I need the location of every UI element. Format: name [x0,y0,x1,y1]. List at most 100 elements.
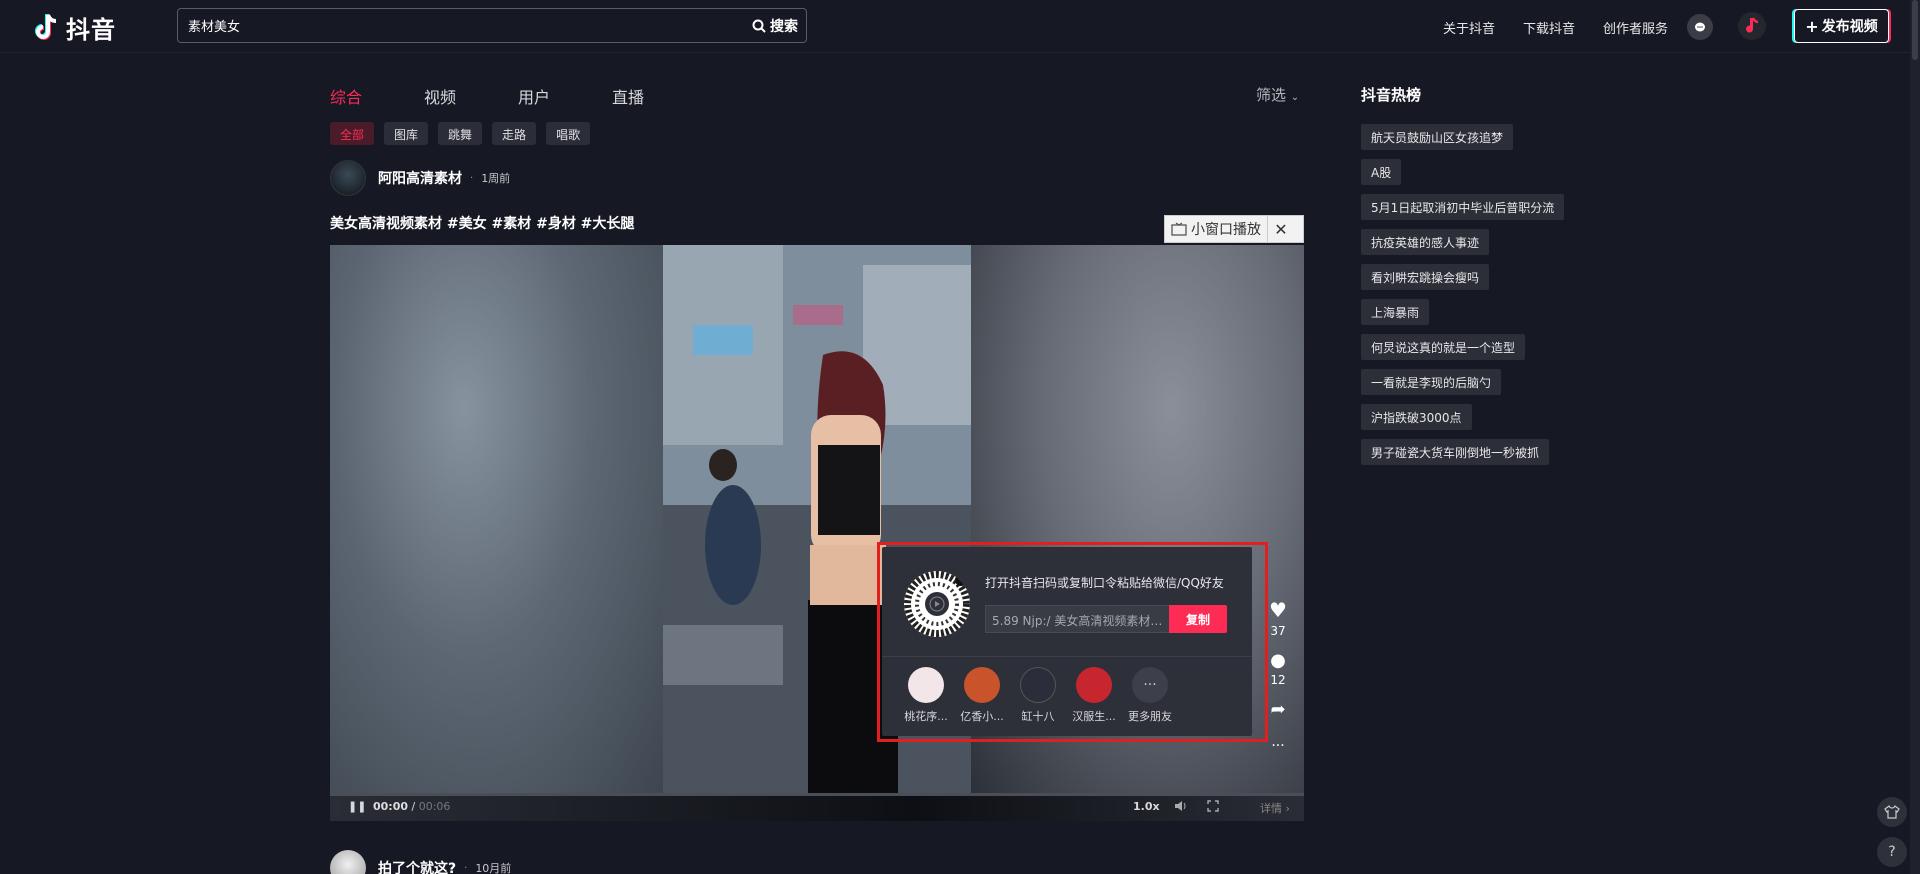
header-nav: 关于抖音 下载抖音 创作者服务 [1443,18,1668,37]
author-avatar[interactable] [330,850,366,874]
details-label: 详情 [1260,802,1282,815]
hot-item[interactable]: 航天员鼓励山区女孩追梦 [1361,124,1514,150]
separator-dot: · [464,862,468,874]
friend-item[interactable]: 汉服生... [1066,667,1122,724]
total-time: 00:06 [418,800,451,813]
hot-item[interactable]: 沪指跌破3000点 [1361,404,1472,430]
qr-code [904,571,970,637]
hot-item[interactable]: 一看就是李现的后脑勺 [1361,369,1502,395]
time-slash: / [411,800,419,813]
more-icon[interactable]: ··· [1264,738,1292,754]
fullscreen-icon[interactable] [1207,800,1219,815]
hot-item[interactable]: 何炅说这真的就是一个造型 [1361,334,1526,360]
hot-list: 航天员鼓励山区女孩追梦 A股 5月1日起取消初中毕业后普职分流 抗疫英雄的感人事… [1361,124,1565,465]
nav-creator[interactable]: 创作者服务 [1603,18,1668,37]
hot-item[interactable]: 5月1日起取消初中毕业后普职分流 [1361,194,1565,220]
search-input[interactable] [188,9,688,42]
author-name[interactable]: 阿阳高清素材 [378,168,462,188]
hot-item[interactable]: A股 [1361,159,1402,185]
page-scrollbar[interactable] [1910,0,1920,874]
next-post-author: 拍了个就这? · 10月前 [330,850,511,874]
author-avatar[interactable] [330,160,366,196]
current-time: 00:00 [373,800,409,813]
message-icon[interactable] [1687,14,1713,40]
share-popup: 打开抖音扫码或复制口令粘贴给微信/QQ好友 5.89 Njp:/ 美女高清视频素… [882,547,1252,736]
search-button-label: 搜索 [770,19,798,35]
progress-bar[interactable] [330,793,1304,796]
plus-icon: + [1805,16,1819,36]
share-title: 打开抖音扫码或复制口令粘贴给微信/QQ好友 [985,576,1224,590]
douyin-logo[interactable]: 抖音 [34,10,116,45]
tab-video[interactable]: 视频 [424,84,518,108]
friend-name: 亿香小... [960,710,1004,723]
comment-count: 12 [1270,673,1286,687]
chip-walk[interactable]: 走路 [492,122,537,145]
hot-item[interactable]: 男子碰瓷大货车刚倒地一秒被抓 [1361,439,1550,465]
time-display: 00:00 / 00:06 [373,800,450,813]
chevron-down-icon: ⌄ [1290,92,1300,103]
copy-button[interactable]: 复制 [1169,605,1227,633]
friend-name: 桃花序... [904,710,948,723]
friend-name: 汉服生... [1072,710,1116,723]
chip-sing[interactable]: 唱歌 [546,122,591,145]
shirt-icon[interactable] [1877,797,1907,827]
filter-button[interactable]: 筛选 ⌄ [1256,84,1299,105]
tv-icon [1171,222,1187,236]
share-link-field[interactable]: 5.89 Njp:/ 美女高清视频素材 #美女 #素材 [985,605,1170,633]
friend-list: 桃花序... 亿香小... 缸十八 汉服生... ··· 更多朋友 [882,667,1252,724]
hot-list-title: 抖音热榜 [1361,86,1422,104]
friend-avatar [964,667,1000,703]
friend-avatar [1020,667,1056,703]
more-friends-button[interactable]: ··· 更多朋友 [1122,667,1178,724]
chip-dance[interactable]: 跳舞 [438,122,483,145]
mini-window-label: 小窗口播放 [1191,222,1261,238]
search-bar: 搜索 [177,8,807,43]
post-time: 10月前 [475,862,512,874]
comment-icon[interactable]: ● [1264,650,1292,671]
like-icon[interactable]: ♥ [1264,598,1292,622]
nav-about[interactable]: 关于抖音 [1443,18,1495,37]
pause-icon[interactable]: ❚❚ [348,800,366,813]
details-link[interactable]: 详情 › [1260,800,1290,816]
hot-item[interactable]: 看刘畊宏跳操会瘦吗 [1361,264,1490,290]
author-name[interactable]: 拍了个就这? [378,858,456,874]
hot-item[interactable]: 上海暴雨 [1361,299,1430,325]
close-icon[interactable]: ✕ [1268,220,1294,239]
volume-icon[interactable] [1174,800,1188,815]
tab-user[interactable]: 用户 [518,84,612,108]
friend-item[interactable]: 缸十八 [1010,667,1066,724]
qr-pattern-icon [904,571,970,637]
share-icon[interactable]: ➦ [1264,699,1292,720]
friend-name: 缸十八 [1021,710,1055,723]
more-dots-icon: ··· [1132,667,1168,703]
friend-avatar [908,667,944,703]
scrollbar-thumb[interactable] [1912,0,1918,60]
friend-item[interactable]: 桃花序... [898,667,954,724]
douyin-logo-icon [35,13,57,40]
category-chips: 全部 图库 跳舞 走路 唱歌 [330,122,591,145]
post-time: 1周前 [481,172,511,185]
publish-video-button[interactable]: + 发布视频 [1794,9,1889,43]
speed-button[interactable]: 1.0x [1133,800,1160,813]
tab-general[interactable]: 综合 [330,84,424,108]
search-button[interactable]: 搜索 [752,16,798,36]
logo-text: 抖音 [66,16,116,44]
share-top-section: 打开抖音扫码或复制口令粘贴给微信/QQ好友 5.89 Njp:/ 美女高清视频素… [882,547,1252,657]
friend-item[interactable]: 亿香小... [954,667,1010,724]
music-note-icon[interactable] [1738,12,1766,40]
nav-download[interactable]: 下载抖音 [1523,18,1575,37]
more-friends-label: 更多朋友 [1128,710,1172,723]
tab-live[interactable]: 直播 [612,84,706,108]
separator-dot: · [470,172,474,184]
hot-item[interactable]: 抗疫英雄的感人事迹 [1361,229,1490,255]
filter-label: 筛选 [1256,86,1287,104]
post-caption[interactable]: 美女高清视频素材 #美女 #素材 #身材 #大长腿 [330,213,634,233]
chip-gallery[interactable]: 图库 [384,122,429,145]
post-author: 阿阳高清素材 · 1周前 [330,160,510,196]
friend-avatar [1076,667,1112,703]
mini-window-button[interactable]: 小窗口播放 [1165,216,1268,242]
chip-all[interactable]: 全部 [330,122,375,145]
like-count: 37 [1270,624,1286,638]
mini-window-control: 小窗口播放 ✕ [1164,215,1304,243]
help-icon[interactable]: ? [1877,837,1907,867]
